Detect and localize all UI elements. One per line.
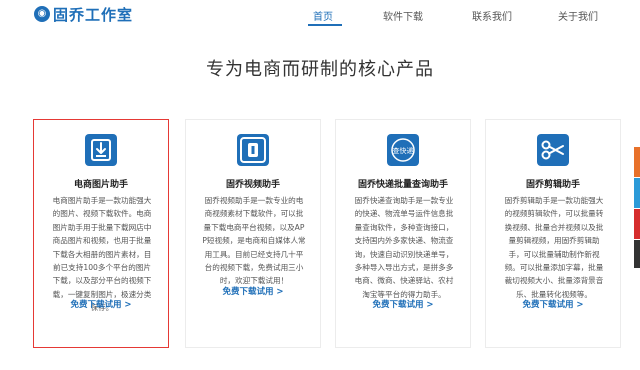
card-title: 固乔剪辑助手 — [525, 180, 580, 190]
main-nav: 首页 软件下载 联系我们 关于我们 — [0, 8, 640, 24]
card-title: 固乔快递批量查询助手 — [357, 180, 448, 190]
free-download-link[interactable]: 免费下载试用 > — [34, 298, 168, 310]
side-tab-orange[interactable] — [634, 147, 640, 177]
side-tab-red[interactable] — [634, 209, 640, 239]
product-card-video-helper[interactable]: 固乔视频助手 固乔视频助手是一款专业的电商视频素材下载软件，可以批量下载电商平台… — [185, 119, 321, 348]
product-card-video-editor[interactable]: 固乔剪辑助手 固乔剪辑助手是一款功能强大的视频剪辑软件，可以批量转换视频、批量合… — [485, 119, 621, 348]
download-icon — [85, 134, 117, 166]
express-icon: 查快递 — [387, 134, 419, 166]
scissors-icon — [537, 134, 569, 166]
free-download-link[interactable]: 免费下载试用 > — [186, 285, 320, 297]
section-headline: 专为电商而研制的核心产品 — [206, 59, 434, 80]
card-description: 电商图片助手是一款功能强大的图片、视频下载软件。电商图片助手用于批量下载网店中商… — [52, 196, 152, 313]
card-description: 固乔剪辑助手是一款功能强大的视频剪辑软件，可以批量转换视频、批量合并视频以及批量… — [504, 196, 604, 299]
free-download-link[interactable]: 免费下载试用 > — [486, 298, 620, 310]
card-title: 固乔视频助手 — [225, 180, 280, 190]
card-description: 固乔视频助手是一款专业的电商视频素材下载软件，可以批量下载电商平台视频，以及AP… — [202, 196, 306, 286]
nav-item-contact[interactable]: 联系我们 — [472, 8, 512, 23]
side-tab-dark[interactable] — [634, 240, 640, 268]
card-description: 固乔快递查询助手是一款专业的快递、物流单号运件信息批量查询软件，多种查询接口，支… — [354, 196, 454, 299]
nav-item-about[interactable]: 关于我们 — [558, 8, 598, 23]
nav-item-home[interactable]: 首页 — [313, 8, 333, 23]
card-title: 电商图片助手 — [73, 180, 128, 190]
nav-item-software-download[interactable]: 软件下载 — [383, 8, 423, 23]
product-card-express-query[interactable]: 查快递 固乔快递批量查询助手 固乔快递查询助手是一款专业的快递、物流单号运件信息… — [335, 119, 471, 348]
express-icon-text: 查快递 — [393, 146, 414, 155]
nav-active-indicator — [308, 24, 342, 26]
free-download-link[interactable]: 免费下载试用 > — [336, 298, 470, 310]
top-bar: ◉ 固乔工作室 首页 软件下载 联系我们 关于我们 — [0, 0, 640, 26]
product-card-image-helper[interactable]: 电商图片助手 电商图片助手是一款功能强大的图片、视频下载软件。电商图片助手用于批… — [33, 119, 169, 348]
side-tab-blue[interactable] — [634, 178, 640, 208]
video-icon — [237, 134, 269, 166]
